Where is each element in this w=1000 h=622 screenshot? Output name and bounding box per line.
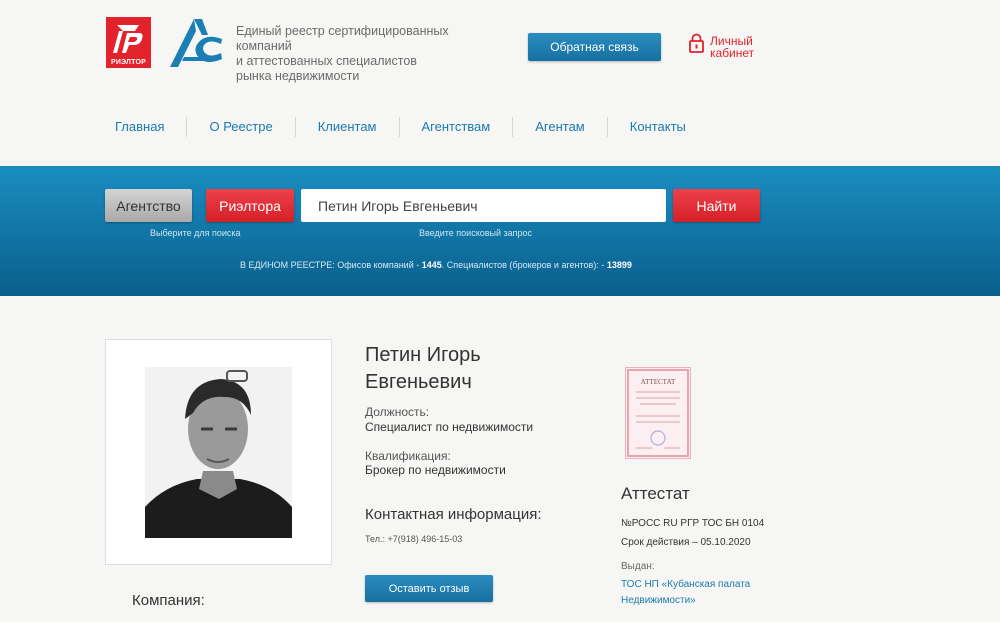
registry-title-line: компаний [236,39,292,53]
nav-item-clients[interactable]: Клиентам [296,116,399,138]
main-nav: Главная О Реестре Клиентам Агентствам Аг… [93,116,773,138]
stats-specialists-count: 13899 [606,260,632,270]
issuer-link[interactable]: ТОС НП «Кубанская палата Недвижимости» [621,577,781,609]
personal-cabinet-link[interactable]: Личный кабинет [689,33,754,59]
certificate-title: Аттестат [621,484,690,503]
nav-item-contacts[interactable]: Контакты [608,116,708,138]
nav-item-agents[interactable]: Агентам [513,116,607,138]
search-type-hint: Выберите для поиска [150,228,241,238]
search-type-agency-button[interactable]: Агентство [105,189,192,222]
contact-info-title: Контактная информация: [365,506,542,523]
stats-middle: . Специалистов (брокеров и агентов): - [441,260,607,270]
feedback-button[interactable]: Обратная связь [528,33,661,61]
certificate-thumb-caption: АТТЕСТАТ [641,378,676,386]
certificate-validity: Срок действия – 05.10.2020 [621,537,751,548]
rgr-logo-icon [113,25,143,53]
person-photo-icon [145,367,292,538]
position-value: Специалист по недвижимости [365,420,534,434]
issued-by-label: Выдан: [621,561,655,572]
person-name: Петин Игорь Евгеньевич [365,344,481,393]
as-logo-icon [170,19,222,67]
rgr-logo-caption: РИЭЛТОР [111,59,146,66]
nav-item-home[interactable]: Главная [93,116,186,138]
rgr-logo[interactable]: РИЭЛТОР [106,17,151,68]
profile-photo [145,367,292,538]
lock-icon [689,33,704,53]
registry-title-line: рынка недвижимости [236,69,360,83]
stats-offices-count: 1445 [421,260,442,270]
certificate-image-icon: АТТЕСТАТ [627,369,689,457]
qualification-label: Квалификация: [365,449,451,463]
nav-item-about[interactable]: О Реестре [187,116,294,138]
stats-prefix: В ЕДИНОМ РЕЕСТРЕ: Офисов компаний - [240,260,422,270]
qualification-value: Брокер по недвижимости [365,463,506,477]
search-type-realtor-button[interactable]: Риэлтора [206,189,294,222]
certificate-thumbnail[interactable]: АТТЕСТАТ [625,367,691,459]
as-logo[interactable] [166,17,224,69]
search-input[interactable] [301,189,666,222]
company-label: Компания: [132,592,205,609]
cabinet-label-line2: кабинет [710,46,755,60]
registry-title-line: Единый реестр сертифицированных [236,24,449,38]
registry-stats: В ЕДИНОМ РЕЕСТРЕ: Офисов компаний - 1445… [240,260,632,270]
registry-title-line: и аттестованных специалистов [236,54,417,68]
phone-number: Тел.: +7(918) 496-15-03 [365,534,463,544]
registry-title: Единый реестр сертифицированных компаний… [236,24,456,84]
certificate-number: №РОСС RU РГР ТОС БН 0104 [621,518,765,529]
search-query-hint: Введите поисковый запрос [419,228,533,238]
leave-review-button[interactable]: Оставить отзыв [365,575,493,602]
find-button[interactable]: Найти [673,189,760,222]
nav-item-agencies[interactable]: Агентствам [400,116,513,138]
position-label: Должность: [365,405,430,419]
